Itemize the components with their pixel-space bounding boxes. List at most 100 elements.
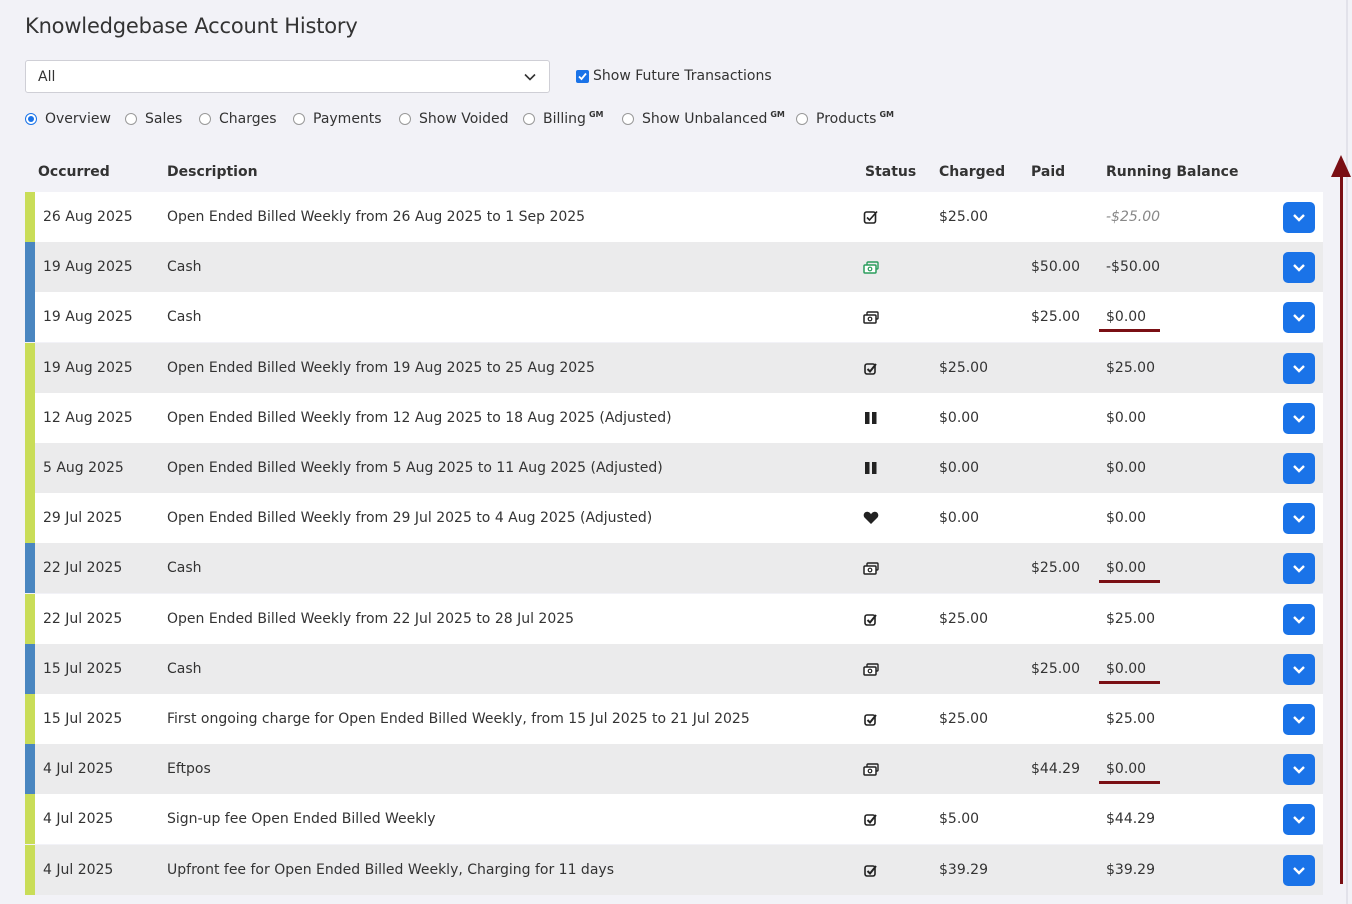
cell-occurred: 12 Aug 2025 (43, 409, 133, 426)
check-icon (863, 811, 879, 827)
row-expand-button[interactable] (1283, 402, 1315, 434)
cell-occurred: 22 Jul 2025 (43, 610, 123, 627)
view-radio-label: Payments (313, 111, 382, 127)
charge-indicator-bar (25, 192, 35, 242)
annotation-arrow-head (1331, 155, 1351, 177)
cell-occurred: 4 Jul 2025 (43, 761, 114, 778)
view-radio-show-voided[interactable]: Show Voided (399, 111, 509, 127)
cell-paid: $25.00 (1031, 560, 1080, 577)
view-radio-label: Billing (543, 111, 586, 127)
filter-select-value: All (38, 69, 56, 85)
table-row: 22 Jul 2025 Cash $25.00 $0.00 (25, 543, 1323, 594)
view-radio-charges[interactable]: Charges (199, 111, 277, 127)
row-expand-button[interactable] (1283, 302, 1315, 334)
row-expand-button[interactable] (1283, 252, 1315, 284)
pause-icon (863, 460, 879, 476)
row-expand-button[interactable] (1283, 202, 1315, 233)
chevron-down-icon (1293, 766, 1305, 774)
cell-occurred: 29 Jul 2025 (43, 510, 123, 527)
radio-empty-icon (125, 113, 137, 125)
cell-charged: $25.00 (939, 359, 988, 376)
balance-underline-annotation (1099, 329, 1160, 333)
show-future-checkbox[interactable]: Show Future Transactions (576, 68, 772, 84)
balance-underline-annotation (1099, 580, 1160, 584)
row-expand-button[interactable] (1283, 603, 1315, 635)
pause-icon (863, 410, 879, 426)
chevron-down-icon (1293, 264, 1305, 272)
chevron-down-icon (1293, 414, 1305, 423)
cell-running-balance: $25.00 (1106, 711, 1155, 727)
payment-indicator-bar (25, 242, 35, 293)
row-expand-button[interactable] (1283, 854, 1315, 886)
cell-description: Upfront fee for Open Ended Billed Weekly… (167, 861, 614, 878)
charge-indicator-bar (25, 392, 35, 443)
filter-select[interactable]: All (25, 60, 550, 93)
cash-icon (863, 309, 879, 325)
chevron-down-icon (1293, 866, 1305, 875)
header-occurred: Occurred (38, 164, 110, 180)
cell-charged: $5.00 (939, 811, 980, 828)
radio-empty-icon (796, 113, 808, 125)
row-expand-button[interactable] (1283, 553, 1315, 585)
view-radio-payments[interactable]: Payments (293, 111, 382, 127)
charge-indicator-bar (25, 844, 35, 895)
charge-indicator-bar (25, 694, 35, 744)
cash-icon (863, 661, 879, 677)
row-expand-button[interactable] (1283, 503, 1315, 535)
cell-occurred: 19 Aug 2025 (43, 359, 133, 376)
cell-occurred: 19 Aug 2025 (43, 259, 133, 276)
table-row: 15 Jul 2025 Cash $25.00 $0.00 (25, 643, 1323, 694)
table-row: 26 Aug 2025 Open Ended Billed Weekly from… (25, 192, 1323, 242)
chevron-down-icon (1293, 565, 1305, 574)
view-radio-products[interactable]: Products GM (796, 110, 894, 127)
cell-paid: $25.00 (1031, 660, 1080, 677)
table-row: 5 Aug 2025 Open Ended Billed Weekly from … (25, 443, 1323, 493)
payment-indicator-bar (25, 643, 35, 694)
radio-empty-icon (523, 113, 535, 125)
cell-description: Open Ended Billed Weekly from 29 Jul 202… (167, 510, 653, 527)
cell-charged: $0.00 (939, 460, 980, 476)
row-expand-button[interactable] (1283, 653, 1315, 685)
radio-empty-icon (399, 113, 411, 125)
cell-running-balance: $0.00 (1106, 460, 1147, 476)
row-expand-button[interactable] (1283, 704, 1315, 735)
row-expand-button[interactable] (1283, 453, 1315, 484)
chevron-down-icon (1293, 716, 1305, 724)
table-row: 19 Aug 2025 Open Ended Billed Weekly from… (25, 342, 1323, 393)
chevron-down-icon (1293, 465, 1305, 473)
header-paid: Paid (1031, 164, 1066, 180)
cell-running-balance: $0.00 (1106, 409, 1147, 426)
view-radio-sales[interactable]: Sales (125, 111, 182, 127)
table-row: 4 Jul 2025 Upfront fee for Open Ended Bil… (25, 844, 1323, 895)
cell-description: Cash (167, 560, 202, 577)
view-radio-billing[interactable]: Billing GM (523, 110, 603, 127)
table-row: 22 Jul 2025 Open Ended Billed Weekly from… (25, 593, 1323, 644)
cell-running-balance: $25.00 (1106, 610, 1155, 627)
row-expand-button[interactable] (1283, 754, 1315, 786)
header-description: Description (167, 164, 258, 180)
table-row: 4 Jul 2025 Eftpos $44.29 $0.00 (25, 744, 1323, 795)
cell-paid: $25.00 (1031, 309, 1080, 326)
check-icon (863, 862, 879, 878)
chevron-down-icon (524, 73, 536, 81)
chevron-down-icon (1293, 816, 1305, 825)
cell-occurred: 15 Jul 2025 (43, 711, 123, 727)
view-radio-label: Overview (45, 111, 111, 127)
show-future-label: Show Future Transactions (593, 68, 772, 84)
view-radio-overview[interactable]: Overview (25, 111, 111, 127)
cell-description: Open Ended Billed Weekly from 26 Aug 202… (167, 209, 586, 225)
cell-running-balance: $0.00 (1106, 761, 1147, 778)
balance-underline-annotation (1099, 781, 1160, 785)
gm-badge: GM (770, 109, 785, 119)
charge-indicator-bar (25, 794, 35, 845)
cell-charged: $39.29 (939, 861, 988, 878)
table-row: 19 Aug 2025 Cash $50.00 -$50.00 (25, 242, 1323, 293)
row-expand-button[interactable] (1283, 804, 1315, 836)
header-status: Status (865, 164, 917, 180)
checkbox-checked-icon (576, 69, 589, 83)
cash-icon (863, 560, 879, 576)
view-radio-show-unbalanced[interactable]: Show Unbalanced GM (622, 109, 785, 127)
charge-indicator-bar (25, 342, 35, 393)
cell-occurred: 19 Aug 2025 (43, 309, 133, 326)
row-expand-button[interactable] (1283, 352, 1315, 384)
